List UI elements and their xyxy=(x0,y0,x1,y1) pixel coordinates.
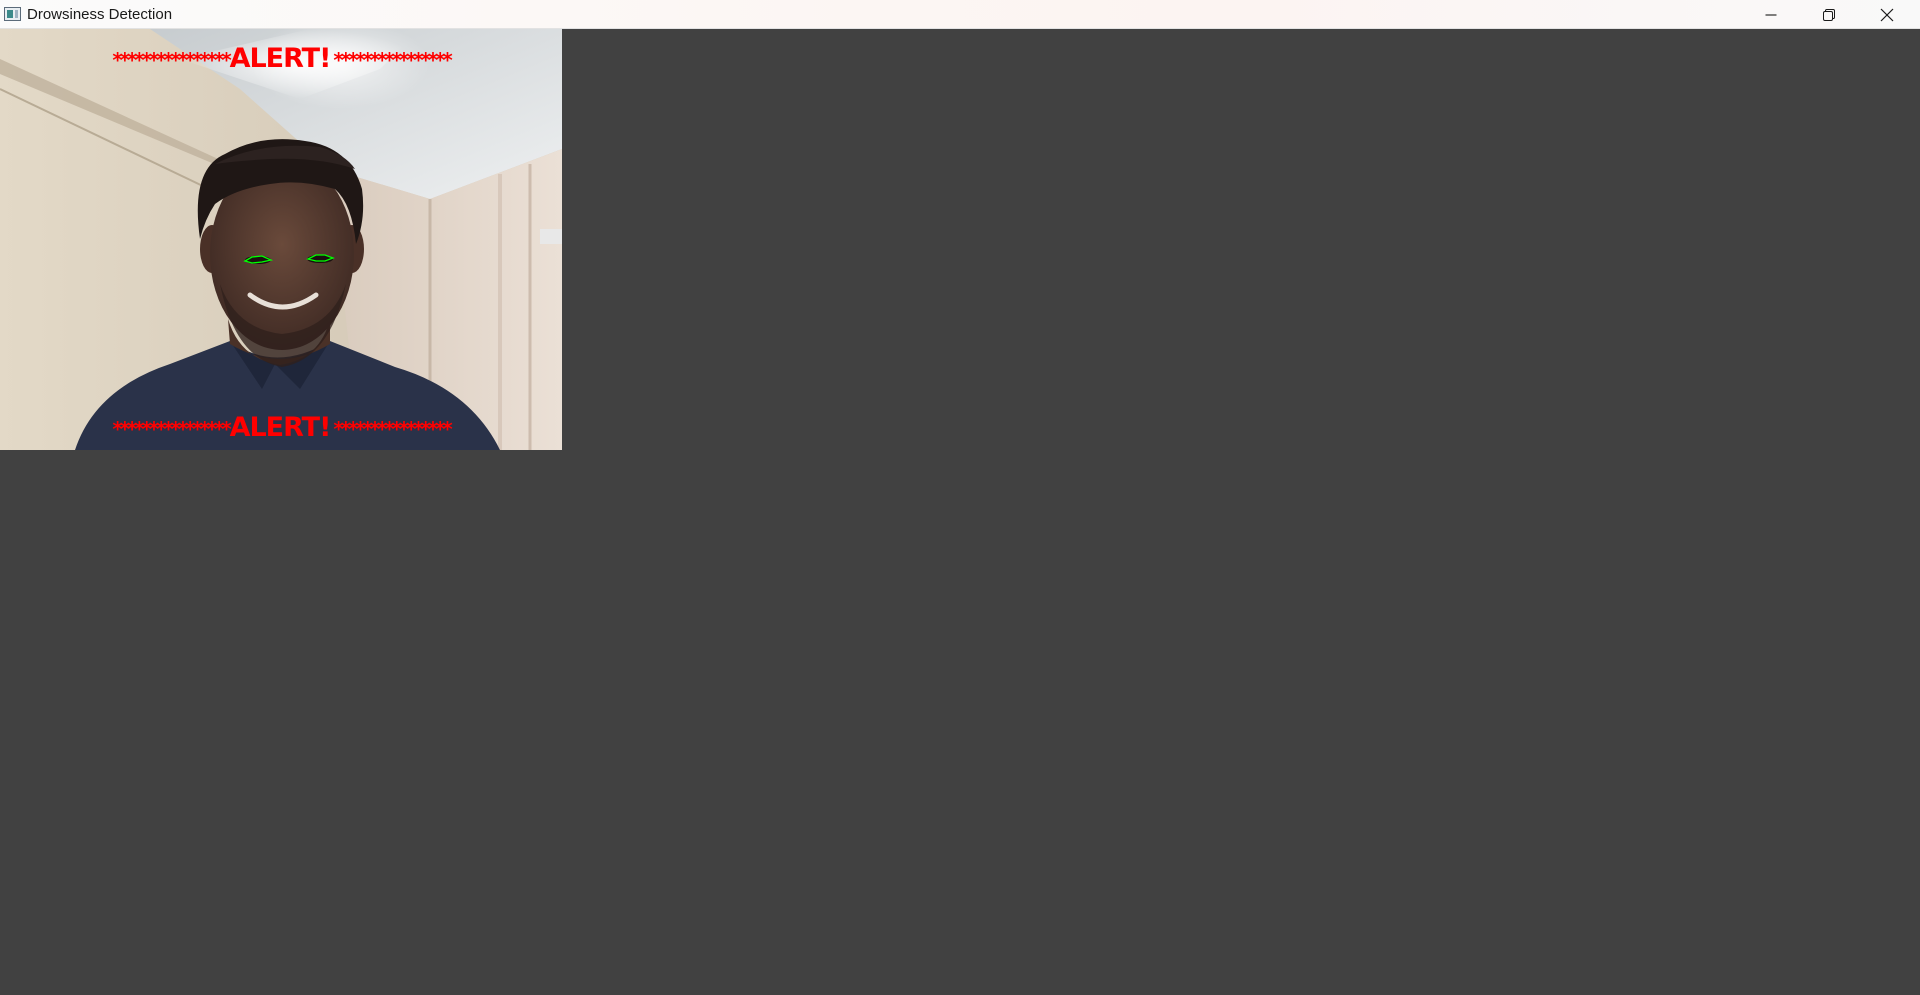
app-window: Drowsiness Detection **************** AL… xyxy=(0,0,1920,995)
restore-button[interactable] xyxy=(1800,0,1858,29)
app-window-icon[interactable] xyxy=(4,7,21,21)
alert-stars-left: **************** xyxy=(112,417,231,441)
minimize-button[interactable] xyxy=(1742,0,1800,29)
title-bar[interactable]: Drowsiness Detection xyxy=(0,0,1920,29)
webcam-image xyxy=(0,29,562,450)
window-title: Drowsiness Detection xyxy=(27,6,173,23)
alert-banner-bottom: **************** ALERT! **************** xyxy=(0,410,562,444)
close-button[interactable] xyxy=(1858,0,1916,29)
alert-text: ALERT! xyxy=(229,42,332,74)
close-icon xyxy=(1880,8,1894,21)
webcam-frame: **************** ALERT! ****************… xyxy=(0,29,562,450)
minimize-icon xyxy=(1765,13,1777,16)
alert-stars-left: **************** xyxy=(112,48,231,72)
client-area: **************** ALERT! ****************… xyxy=(0,29,1920,995)
restore-icon xyxy=(1823,8,1835,21)
alert-stars-right: **************** xyxy=(333,48,452,72)
alert-stars-right: **************** xyxy=(333,417,452,441)
alert-text: ALERT! xyxy=(229,411,332,443)
alert-banner-top: **************** ALERT! **************** xyxy=(0,41,562,75)
